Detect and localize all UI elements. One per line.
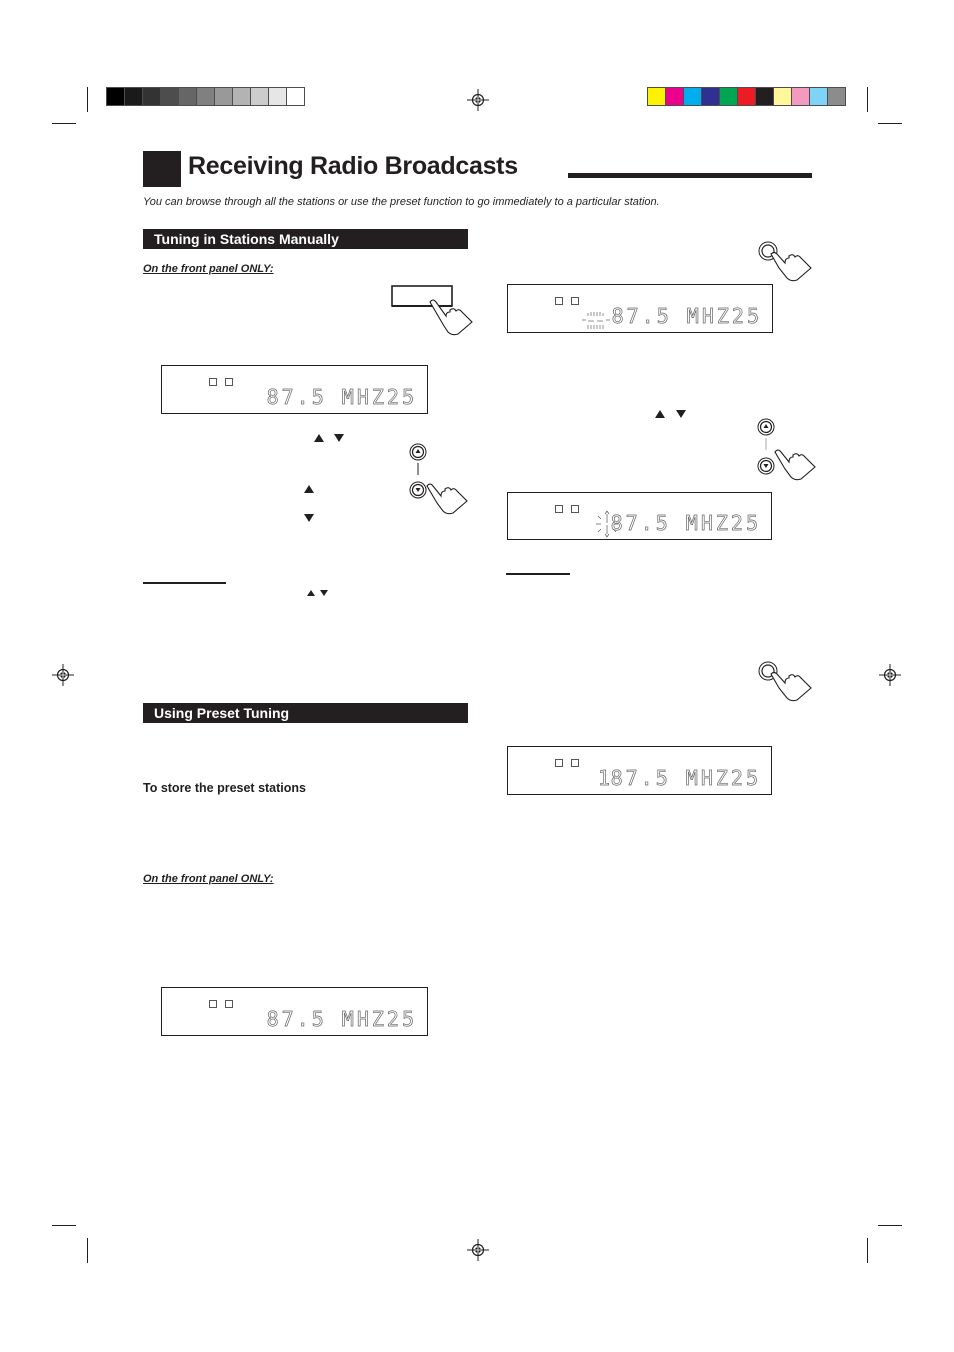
indicator-square bbox=[209, 1000, 217, 1008]
color-swatch bbox=[197, 88, 214, 105]
front-panel-only-note: On the front panel ONLY: bbox=[143, 873, 274, 885]
title-rule bbox=[568, 173, 812, 178]
tuning-up-down-buttons-icon bbox=[409, 443, 468, 515]
remote-note-rule bbox=[143, 582, 226, 584]
indicator-square bbox=[225, 1000, 233, 1008]
lcd-display-preset-flashing: 87.5 MHZ25 bbox=[507, 284, 773, 333]
crop-mark-bottom-left-v bbox=[87, 1238, 88, 1263]
color-swatch bbox=[666, 88, 683, 105]
intro-text: You can browse through all the stations … bbox=[143, 196, 660, 208]
color-swatch bbox=[161, 88, 178, 105]
indicator-square bbox=[555, 505, 563, 513]
memory-button-press-icon bbox=[758, 241, 812, 282]
down-arrow-icon bbox=[676, 410, 686, 418]
frequency-readout: 87.5 MHZ25 bbox=[611, 304, 762, 329]
color-swatch bbox=[738, 88, 755, 105]
up-arrow-icon bbox=[307, 590, 315, 596]
registration-mark-right bbox=[879, 664, 901, 686]
frequency-readout: 87.5 MHZ25 bbox=[266, 1007, 417, 1032]
registration-mark-left bbox=[52, 664, 74, 686]
color-swatch bbox=[251, 88, 268, 105]
lcd-display-manual-1: 87.5 MHZ25 bbox=[161, 365, 428, 414]
grayscale-color-bar bbox=[106, 87, 305, 106]
cmyk-color-bar bbox=[647, 87, 846, 106]
frequency-readout: 87.5 MHZ25 bbox=[610, 766, 761, 791]
color-swatch bbox=[287, 88, 304, 105]
down-arrow-icon bbox=[304, 514, 314, 522]
indicator-square bbox=[209, 378, 217, 386]
down-arrow-icon bbox=[320, 590, 328, 596]
color-swatch bbox=[774, 88, 791, 105]
lcd-display-preset-select: 87.5 MHZ25 bbox=[507, 492, 772, 540]
color-swatch bbox=[648, 88, 665, 105]
front-panel-only-note: On the front panel ONLY: bbox=[143, 263, 274, 275]
registration-mark-top bbox=[467, 89, 489, 111]
preset-number: 1 bbox=[598, 766, 611, 791]
frequency-readout: 87.5 MHZ25 bbox=[266, 385, 417, 410]
color-swatch bbox=[107, 88, 124, 105]
crop-mark-bottom-left-h bbox=[52, 1225, 76, 1226]
lcd-display-preset-step-1: 87.5 MHZ25 bbox=[161, 987, 428, 1036]
crop-mark-bottom-right-h bbox=[878, 1225, 902, 1226]
color-swatch bbox=[143, 88, 160, 105]
section-heading-manual-tuning: Tuning in Stations Manually bbox=[143, 229, 468, 249]
color-swatch bbox=[179, 88, 196, 105]
color-swatch bbox=[702, 88, 719, 105]
crop-mark-top-left-h bbox=[52, 123, 76, 124]
color-swatch bbox=[792, 88, 809, 105]
color-swatch bbox=[125, 88, 142, 105]
indicator-square bbox=[555, 297, 563, 305]
memory-button-press-icon bbox=[758, 661, 812, 702]
indicator-square bbox=[571, 297, 579, 305]
down-arrow-icon bbox=[334, 434, 344, 442]
crop-mark-top-right-v bbox=[867, 87, 868, 112]
color-swatch bbox=[720, 88, 737, 105]
color-swatch bbox=[684, 88, 701, 105]
crop-mark-bottom-right-v bbox=[867, 1238, 868, 1263]
flashing-preset-indicator-icon bbox=[582, 312, 610, 329]
color-swatch bbox=[215, 88, 232, 105]
lcd-display-preset-stored: 1 87.5 MHZ25 bbox=[507, 746, 772, 795]
indicator-square bbox=[571, 759, 579, 767]
crop-mark-top-right-h bbox=[878, 123, 902, 124]
color-swatch bbox=[233, 88, 250, 105]
store-preset-subheading: To store the preset stations bbox=[143, 781, 306, 795]
frequency-readout: 87.5 MHZ25 bbox=[610, 511, 761, 536]
indicator-square bbox=[571, 505, 579, 513]
remote-note-rule bbox=[506, 573, 570, 575]
color-swatch bbox=[269, 88, 286, 105]
preset-up-down-buttons-icon bbox=[757, 418, 816, 481]
up-arrow-icon bbox=[314, 434, 324, 442]
indicator-square bbox=[555, 759, 563, 767]
color-swatch bbox=[828, 88, 845, 105]
chapter-marker bbox=[143, 151, 181, 187]
up-arrow-icon bbox=[304, 485, 314, 493]
color-swatch bbox=[810, 88, 827, 105]
up-arrow-icon bbox=[655, 410, 665, 418]
crop-mark-top-left-v bbox=[87, 87, 88, 112]
registration-mark-bottom bbox=[467, 1239, 489, 1261]
section-heading-preset-tuning: Using Preset Tuning bbox=[143, 703, 468, 723]
page-title: Receiving Radio Broadcasts bbox=[188, 152, 518, 180]
indicator-square bbox=[225, 378, 233, 386]
fm-am-button-press-icon bbox=[391, 285, 473, 336]
color-swatch bbox=[756, 88, 773, 105]
